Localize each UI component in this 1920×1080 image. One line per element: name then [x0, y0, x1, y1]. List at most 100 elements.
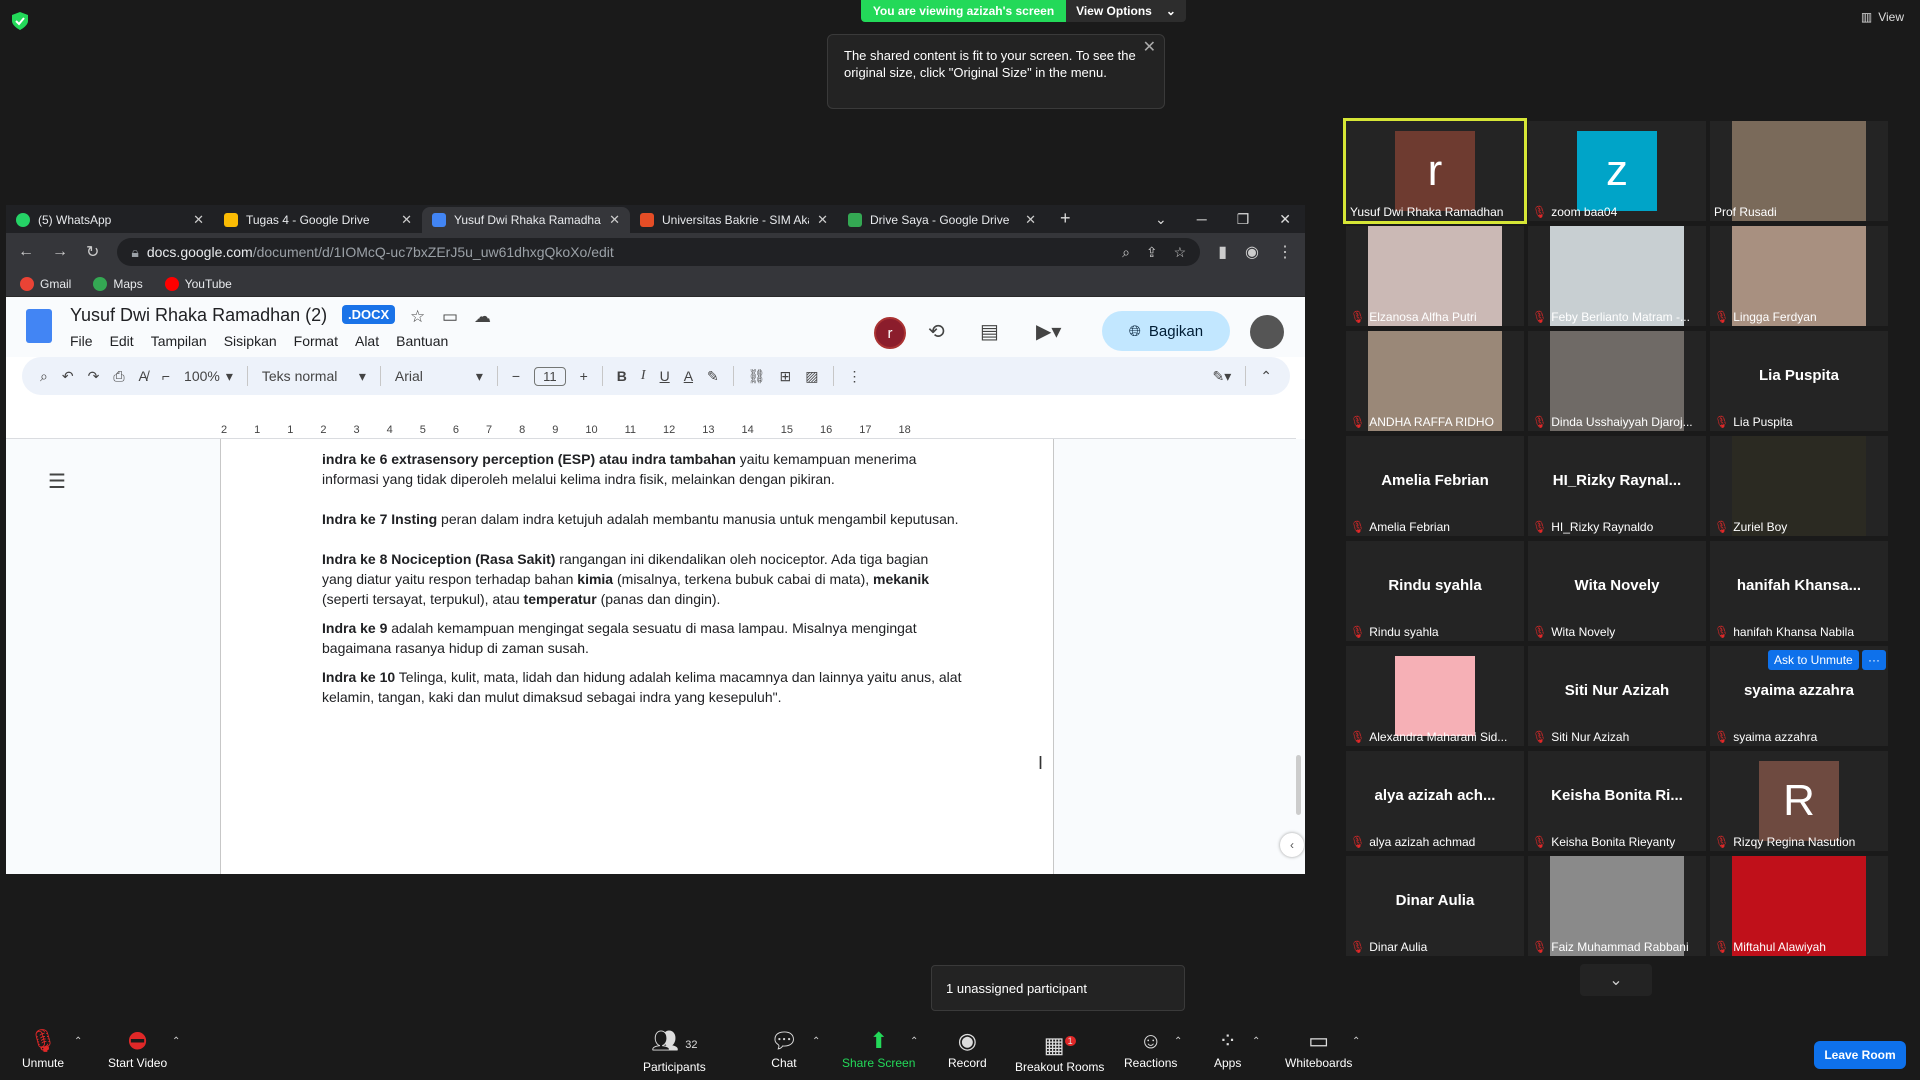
apps-button[interactable]: ⁘ Apps [1214, 1030, 1241, 1071]
url-field[interactable]: 🔒︎ docs.google.com/document/d/1IOMcQ-uc7b… [117, 238, 1201, 266]
document-title[interactable]: Yusuf Dwi Rhaka Ramadhan (2) [70, 305, 327, 326]
docx-badge[interactable]: .DOCX [342, 305, 396, 324]
browser-tab-active[interactable]: Yusuf Dwi Rhaka Ramadhan ✕ [422, 207, 630, 233]
participant-tile[interactable]: 🎙︎ Zuriel Boy [1710, 436, 1888, 536]
menu-help[interactable]: Bantuan [396, 333, 448, 349]
menu-insert[interactable]: Sisipkan [224, 333, 277, 349]
participant-tile[interactable]: 🎙︎ Lingga Ferdyan [1710, 226, 1888, 326]
horizontal-ruler[interactable]: 2 1 1 2 3 4 5 6 7 8 9 10 11 12 13 14 15 16 17 18 [221, 423, 1061, 437]
participant-tile[interactable]: Keisha Bonita Ri... 🎙︎ Keisha Bonita Rieya… [1528, 751, 1706, 851]
move-folder-icon[interactable]: ▭ [442, 307, 458, 327]
restore-icon[interactable]: ❐ [1237, 211, 1250, 228]
minimize-icon[interactable]: ─ [1197, 211, 1207, 227]
redo-icon[interactable]: ↷ [88, 368, 100, 385]
google-docs-logo-icon[interactable] [26, 309, 52, 343]
scrollbar[interactable] [1296, 755, 1301, 815]
add-comment-icon[interactable]: ⊞ [780, 368, 792, 385]
font-select[interactable]: Arial ▾ [395, 368, 483, 385]
participant-tile[interactable]: Dinar Aulia 🎙︎ Dinar Aulia [1346, 856, 1524, 956]
bookmark-maps[interactable]: Maps [93, 276, 143, 291]
more-icon[interactable]: ⋮ [848, 368, 862, 385]
increase-font-icon[interactable]: + [580, 368, 588, 384]
close-tab-icon[interactable]: ✕ [1025, 212, 1036, 228]
highlight-icon[interactable]: ✎ [707, 368, 719, 385]
profile-icon[interactable]: ◉ [1245, 242, 1259, 262]
participant-tile[interactable]: R 🎙︎ Rizqy Regina Nasution [1710, 751, 1888, 851]
tab-search-icon[interactable]: ⌄ [1155, 211, 1167, 228]
tile-more-options-icon[interactable]: ··· [1862, 650, 1886, 670]
whiteboards-caret-icon[interactable]: ⌃ [1352, 1036, 1360, 1047]
audio-options-caret-icon[interactable]: ⌃ [74, 1036, 82, 1047]
bookmark-star-icon[interactable]: ☆ [1174, 244, 1187, 261]
close-icon[interactable]: ✕ [1143, 39, 1156, 56]
leave-room-button[interactable]: Leave Room [1814, 1041, 1906, 1069]
collaborator-avatar[interactable]: r [874, 317, 906, 349]
participant-tile[interactable]: Amelia Febrian 🎙︎ Amelia Febrian [1346, 436, 1524, 536]
participant-tile[interactable]: r Yusuf Dwi Rhaka Ramadhan [1343, 118, 1527, 224]
collapse-menus-icon[interactable]: ⌃ [1260, 368, 1272, 385]
participant-tile[interactable]: Rindu syahla 🎙︎ Rindu syahla [1346, 541, 1524, 641]
text-color-icon[interactable]: A [684, 368, 693, 384]
chat-button[interactable]: 💬︎ Chat [770, 1030, 798, 1071]
star-icon[interactable]: ☆ [410, 307, 425, 327]
print-icon[interactable]: ⎙ [113, 368, 124, 385]
breakout-rooms-button[interactable]: ▦ 1 Breakout Rooms [1015, 1030, 1104, 1075]
forward-icon[interactable]: → [52, 243, 68, 261]
reload-icon[interactable]: ↻ [86, 242, 99, 262]
gallery-next-page-icon[interactable]: ⌄ [1580, 964, 1652, 996]
kebab-menu-icon[interactable]: ⋮ [1277, 242, 1293, 262]
menu-format[interactable]: Format [294, 333, 338, 349]
participant-tile[interactable]: alya azizah ach... 🎙︎ alya azizah achmad [1346, 751, 1524, 851]
zoom-icon[interactable]: ⌕ [1122, 244, 1130, 261]
participant-tile[interactable]: 🎙︎ ANDHA RAFFA RIDHO [1346, 331, 1524, 431]
underline-icon[interactable]: U [660, 368, 670, 384]
menu-file[interactable]: File [70, 333, 93, 349]
participant-tile[interactable]: 🎙︎ Elzanosa Alfha Putri [1346, 226, 1524, 326]
chat-caret-icon[interactable]: ⌃ [812, 1036, 820, 1047]
style-select[interactable]: Teks normal ▾ [262, 368, 366, 385]
participant-tile[interactable]: HI_Rizky Raynal... 🎙︎ HI_Rizky Raynaldo [1528, 436, 1706, 536]
participant-tile[interactable]: Prof Rusadi [1710, 121, 1888, 221]
reactions-button[interactable]: ☺ Reactions [1124, 1030, 1177, 1071]
version-history-icon[interactable]: ⟲ [928, 319, 945, 344]
participant-tile[interactable]: 🎙︎ Feby Berlianto Matram -... [1528, 226, 1706, 326]
participant-tile[interactable]: syaima azzahra 🎙︎ syaima azzahra Ask to Unm… [1710, 646, 1888, 746]
new-tab-icon[interactable]: + [1046, 208, 1085, 233]
share-button[interactable]: 🌐︎ Bagikan [1102, 311, 1230, 351]
search-menus-icon[interactable]: ⌕ [40, 368, 48, 385]
back-icon[interactable]: ← [18, 243, 34, 261]
user-avatar[interactable] [1250, 315, 1284, 349]
participant-tile[interactable]: 🎙︎ Faiz Muhammad Rabbani [1528, 856, 1706, 956]
whiteboards-button[interactable]: ▭ Whiteboards [1285, 1030, 1352, 1071]
browser-tab[interactable]: Universitas Bakrie - SIM Akademik ✕ [630, 207, 838, 233]
bookmark-gmail[interactable]: Gmail [20, 276, 71, 291]
font-size-input[interactable]: 11 [534, 366, 566, 386]
link-icon[interactable]: ⛓ [748, 368, 766, 385]
share-caret-icon[interactable]: ⌃ [910, 1036, 918, 1047]
reactions-caret-icon[interactable]: ⌃ [1174, 1036, 1182, 1047]
insert-image-icon[interactable]: ▨ [805, 368, 818, 385]
side-panel-toggle-icon[interactable]: ‹ [1280, 833, 1304, 857]
decrease-font-icon[interactable]: − [512, 368, 520, 384]
unassigned-participant-popup[interactable]: 1 unassigned participant [931, 965, 1185, 1011]
participant-tile[interactable]: 🎙︎ Alexandra Maharani Sid... [1346, 646, 1524, 746]
view-button[interactable]: ▥ View [1861, 10, 1904, 24]
view-options-button[interactable]: View Options ⌄ [1066, 0, 1186, 22]
browser-tab[interactable]: Tugas 4 - Google Drive ✕ [214, 207, 422, 233]
undo-icon[interactable]: ↶ [62, 368, 74, 385]
participant-tile[interactable]: hanifah Khansa... 🎙︎ hanifah Khansa Nabila [1710, 541, 1888, 641]
zoom-select[interactable]: 100% ▾ [184, 368, 233, 385]
participant-tile[interactable]: z 🎙︎ zoom baa04 [1528, 121, 1706, 221]
video-options-caret-icon[interactable]: ⌃ [172, 1036, 180, 1047]
ask-to-unmute-button[interactable]: Ask to Unmute [1768, 650, 1859, 670]
meet-icon[interactable]: ▶▾ [1036, 319, 1061, 344]
document-body[interactable]: indra ke 6 extrasensory perception (ESP)… [322, 449, 962, 716]
participants-button[interactable]: 👥︎ 32 Participants [643, 1030, 706, 1075]
cloud-status-icon[interactable]: ☁ [474, 307, 491, 327]
document-outline-icon[interactable]: ☰ [48, 469, 66, 494]
close-tab-icon[interactable]: ✕ [193, 212, 204, 228]
participant-tile[interactable]: Lia Puspita 🎙︎ Lia Puspita [1710, 331, 1888, 431]
close-tab-icon[interactable]: ✕ [401, 212, 412, 228]
unmute-button[interactable]: 🎙︎ Unmute [22, 1030, 64, 1071]
share-page-icon[interactable]: ⇪ [1146, 244, 1158, 261]
